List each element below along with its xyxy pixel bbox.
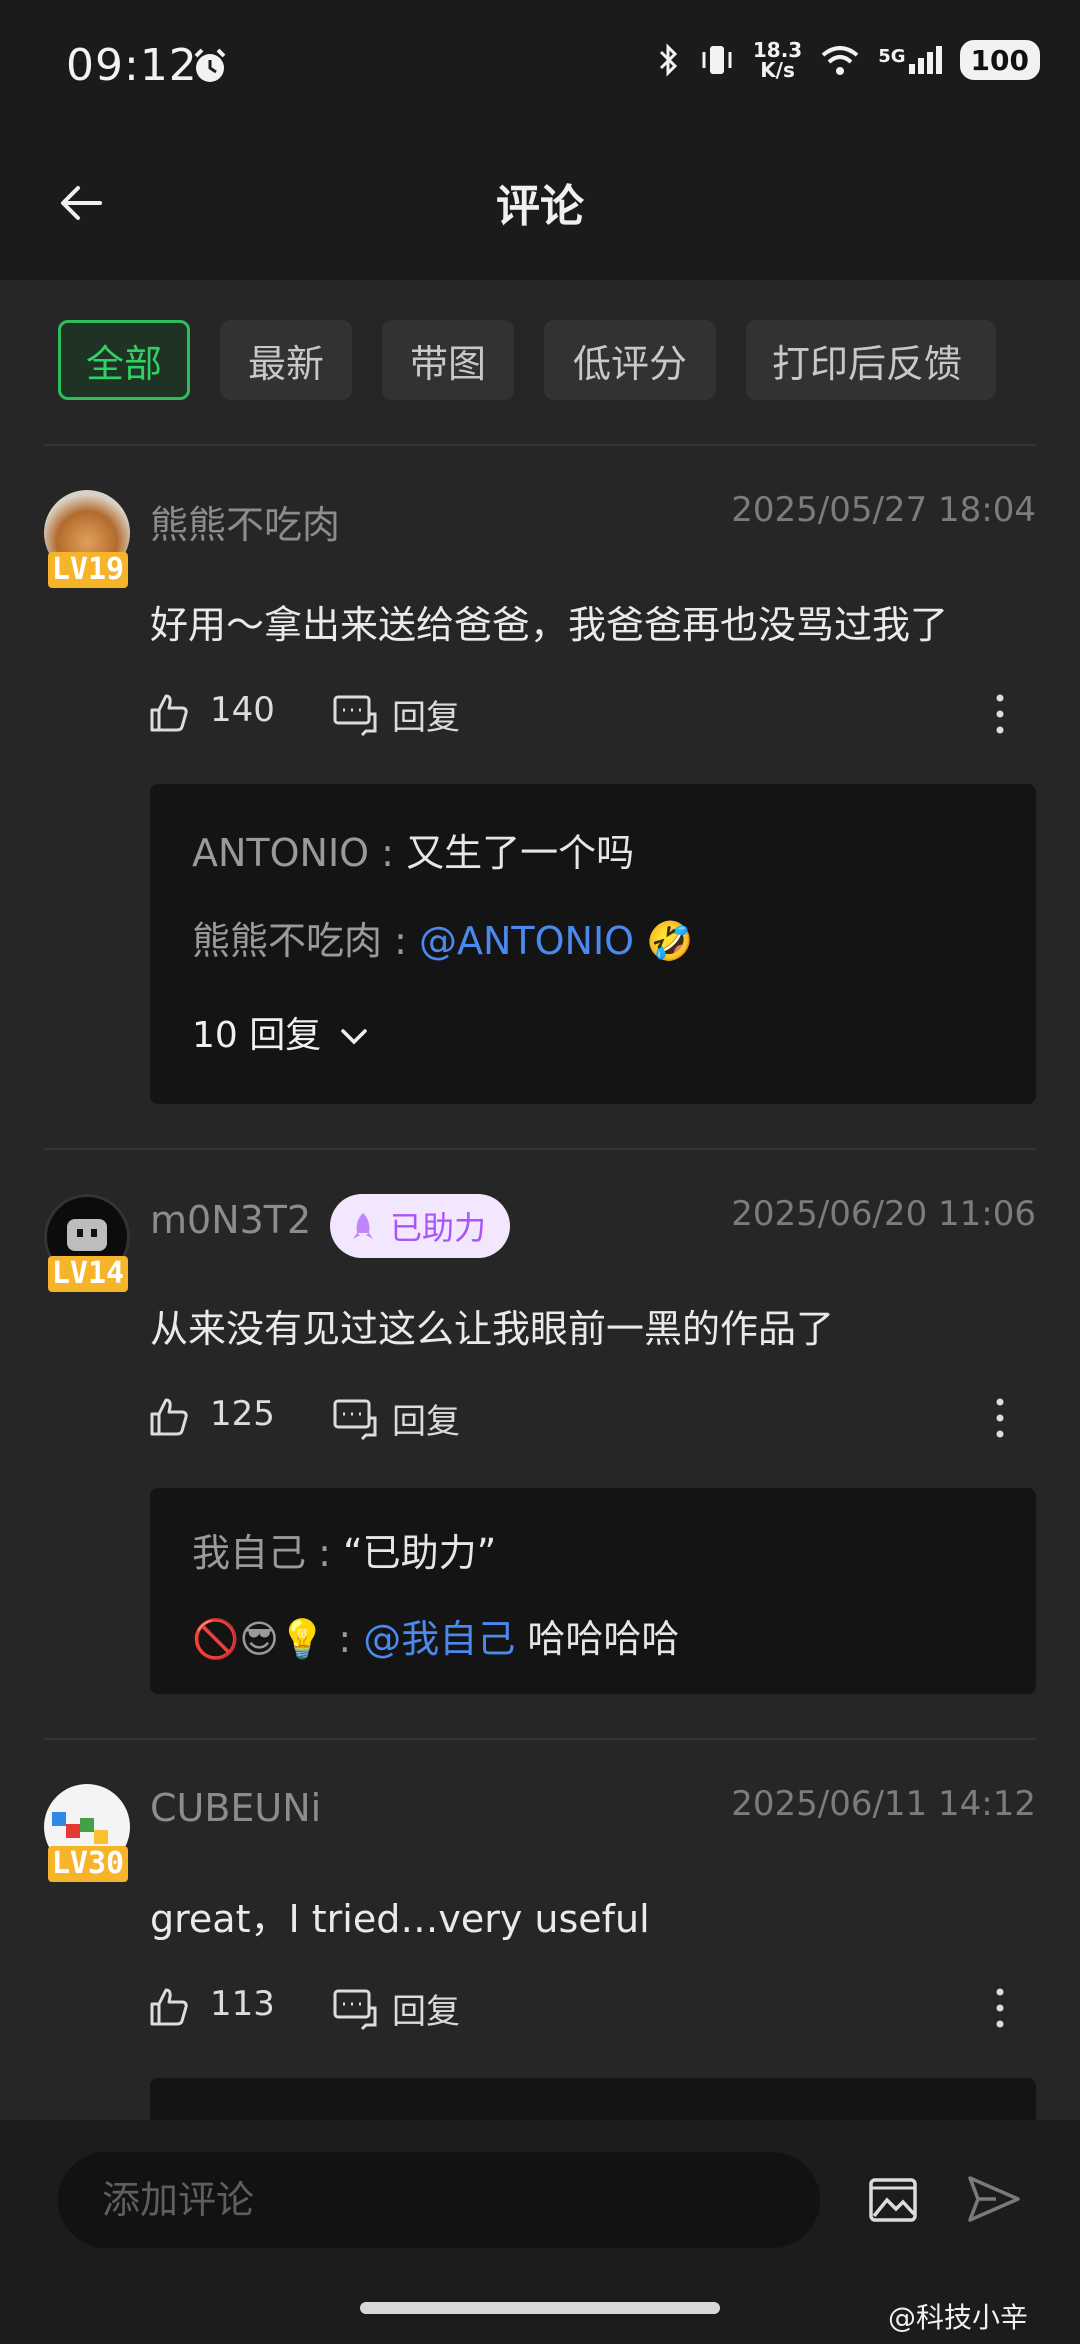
like-count: 125 <box>210 1394 275 1434</box>
vibrate-icon <box>702 46 732 74</box>
like-count: 140 <box>210 690 275 730</box>
net-speed-value: 18.3 <box>752 38 803 62</box>
comment-date: 2025/05/27 18:04 <box>731 490 1036 530</box>
reply-thread <box>150 2078 1036 2120</box>
status-icons: 18.3 K/s 5G 100 <box>655 40 1040 80</box>
reply-text: 哈哈哈哈 <box>515 1617 680 1661</box>
tab-low-rating[interactable]: 低评分 <box>544 320 716 400</box>
reply-item[interactable]: 我自己 : “已助力” <box>192 1522 496 1577</box>
comment-text: 从来没有见过这么让我眼前一黑的作品了 <box>150 1307 835 1351</box>
reply-thread: ANTONIO : 又生了一个吗 熊熊不吃肉 : @ANTONIO 🤣 10 回… <box>150 784 1036 1104</box>
thumbs-up-icon[interactable] <box>148 1986 190 2028</box>
reply-item[interactable]: 熊熊不吃肉 : @ANTONIO 🤣 <box>192 910 693 965</box>
home-indicator[interactable] <box>360 2302 720 2314</box>
alarm-icon <box>194 48 226 82</box>
reply-thread: 我自己 : “已助力” 🚫😎💡 : @我自己 哈哈哈哈 <box>150 1488 1036 1694</box>
image-icon[interactable] <box>868 2176 918 2224</box>
battery-level: 100 <box>970 43 1029 77</box>
reply-icon[interactable] <box>332 1986 378 2030</box>
level-badge: LV30 <box>48 1846 128 1882</box>
reply-mention[interactable]: @我自己 <box>363 1617 515 1661</box>
reply-separator: : <box>382 919 419 963</box>
comment-date: 2025/06/20 11:06 <box>731 1194 1036 1234</box>
boost-badge: 已助力 <box>330 1194 511 1258</box>
reply-separator: : <box>326 1617 364 1661</box>
thumbs-up-icon[interactable] <box>148 1396 190 1438</box>
comment-input[interactable] <box>58 2152 820 2248</box>
comment-username[interactable]: m0N3T2 <box>150 1198 311 1242</box>
reply-author: 熊熊不吃肉 <box>192 919 383 963</box>
tab-print-feedback[interactable]: 打印后反馈 <box>746 320 996 400</box>
comment-date: 2025/06/11 14:12 <box>731 1784 1036 1824</box>
comment-actions: 113 回复 <box>148 1980 1038 2040</box>
watermark: @科技小辛 <box>888 2301 1029 2334</box>
top-app-bar: 评论 <box>0 140 1080 280</box>
net-speed-unit: K/s <box>760 58 795 82</box>
filter-tabs: 全部 最新 带图 低评分 打印后反馈 <box>58 320 1080 400</box>
divider <box>44 1738 1036 1740</box>
status-time: 09:12 <box>66 40 198 91</box>
reply-button[interactable]: 回复 <box>392 1984 460 2033</box>
comment-actions: 140 回复 <box>148 686 1038 746</box>
boost-badge-label: 已助力 <box>390 1209 487 1247</box>
tab-latest[interactable]: 最新 <box>220 320 352 400</box>
network-type: 5G <box>878 46 906 67</box>
chevron-down-icon <box>340 1029 367 1045</box>
more-vert-icon[interactable] <box>992 1984 1008 2032</box>
battery-indicator: 100 <box>959 40 1040 80</box>
reply-icon[interactable] <box>332 692 378 736</box>
reply-author: 我自己 <box>192 1531 307 1575</box>
level-badge: LV14 <box>48 1256 128 1292</box>
status-bar: 09:12 18.3 K/s 5G 100 <box>0 0 1080 140</box>
send-icon[interactable] <box>966 2174 1022 2224</box>
comment-username[interactable]: CUBEUNi <box>150 1786 321 1830</box>
reply-mention[interactable]: @ANTONIO <box>419 919 634 963</box>
comment-text: 好用～拿出来送给爸爸，我爸爸再也没骂过我了 <box>150 603 949 647</box>
expand-replies-button[interactable]: 10 回复 <box>192 1006 369 1058</box>
more-vert-icon[interactable] <box>992 1394 1008 1442</box>
net-speed: 18.3 K/s <box>753 40 802 80</box>
like-count: 113 <box>210 1984 275 2024</box>
level-badge: LV19 <box>48 552 128 588</box>
reply-text: 又生了一个吗 <box>406 831 635 875</box>
reply-separator: : <box>369 831 407 875</box>
tab-all[interactable]: 全部 <box>58 320 190 400</box>
signal-icon: 5G <box>878 46 942 74</box>
comment-actions: 125 回复 <box>148 1390 1038 1450</box>
reply-icon[interactable] <box>332 1396 378 1440</box>
reply-text: “已助力” <box>342 1531 497 1575</box>
reply-button[interactable]: 回复 <box>392 690 460 739</box>
reply-author: 🚫😎💡 <box>192 1617 327 1661</box>
bluetooth-icon <box>659 43 677 77</box>
rocket-icon <box>353 1213 373 1239</box>
comment-text: great，I tried…very useful <box>150 1897 650 1941</box>
reply-separator: : <box>306 1531 343 1575</box>
thumbs-up-icon[interactable] <box>148 692 190 734</box>
divider <box>44 1148 1036 1150</box>
more-replies-label: 10 回复 <box>192 1015 322 1056</box>
tab-with-images[interactable]: 带图 <box>382 320 514 400</box>
wifi-icon <box>821 46 859 75</box>
reply-item[interactable]: ANTONIO : 又生了一个吗 <box>192 822 634 877</box>
divider <box>44 444 1036 446</box>
more-vert-icon[interactable] <box>992 690 1008 738</box>
reply-text: 🤣 <box>634 919 694 963</box>
comment-username[interactable]: 熊熊不吃肉 <box>150 494 340 549</box>
page-title: 评论 <box>496 181 584 232</box>
reply-button[interactable]: 回复 <box>392 1394 460 1443</box>
reply-item[interactable]: 🚫😎💡 : @我自己 哈哈哈哈 <box>192 1608 679 1663</box>
reply-author: ANTONIO <box>192 831 370 875</box>
